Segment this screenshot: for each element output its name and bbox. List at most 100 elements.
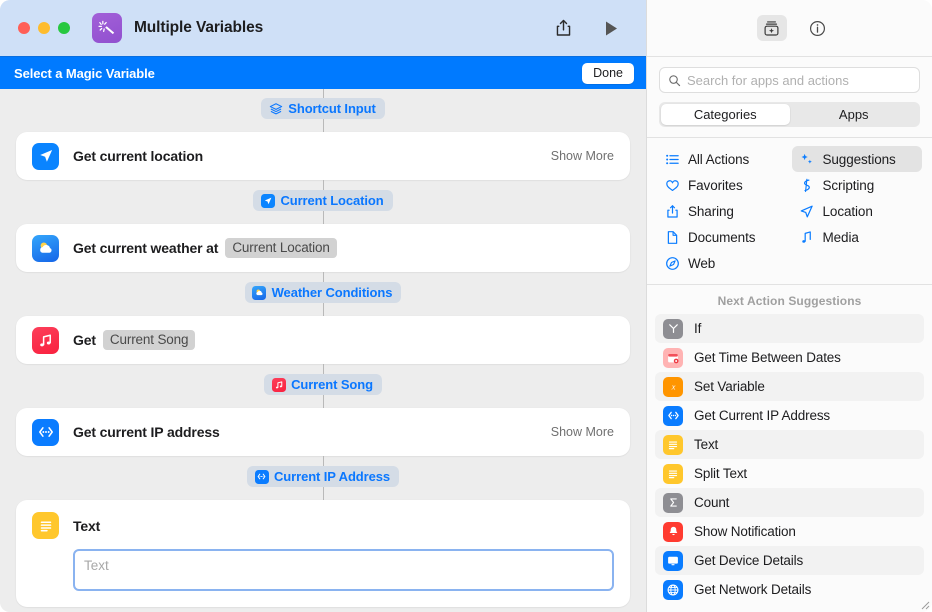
pill-label: Weather Conditions <box>271 285 393 300</box>
category-item-suggestions[interactable]: Suggestions <box>791 146 922 172</box>
action-title: Get Current Song <box>73 330 196 350</box>
suggestion-item-set-variable[interactable]: x Set Variable <box>655 372 924 401</box>
action-card-get-current-ip-address[interactable]: Get current IP address Show More <box>16 408 630 456</box>
suggestion-item-if[interactable]: If <box>655 314 924 343</box>
shortcut-input-pill[interactable]: Shortcut Input <box>261 98 385 119</box>
sigma-icon <box>663 492 683 513</box>
category-grid: All Actions Suggestions Favorites Script… <box>647 138 932 284</box>
category-label: Scripting <box>822 177 875 193</box>
output-pill-row: Weather Conditions <box>16 282 630 303</box>
sparkles-icon <box>799 151 815 167</box>
text-input-field[interactable]: Text <box>73 549 614 591</box>
minimize-button[interactable] <box>38 22 50 34</box>
output-pill-row: Current IP Address <box>16 466 630 487</box>
action-card-get-current-location[interactable]: Get current location Show More <box>16 132 630 180</box>
info-circle-icon[interactable] <box>803 15 833 41</box>
action-card-get-current-weather[interactable]: Get current weather at Current Location <box>16 224 630 272</box>
resize-grip[interactable] <box>918 598 930 610</box>
zoom-button[interactable] <box>58 22 70 34</box>
svg-text:x: x <box>670 381 675 391</box>
output-pill-row: Current Song <box>16 374 630 395</box>
action-title-text: Get current weather at <box>73 240 219 256</box>
music-note-icon <box>799 229 815 245</box>
share-icon[interactable] <box>552 16 574 40</box>
category-item-scripting[interactable]: Scripting <box>792 172 923 198</box>
action-card-text[interactable]: Text Text <box>16 500 630 607</box>
workflow-canvas: Shortcut Input Get current location Show… <box>0 89 646 612</box>
tab-apps[interactable]: Apps <box>790 104 919 125</box>
suggestion-label: If <box>694 321 702 336</box>
suggestion-item-get-time-between-dates[interactable]: Get Time Between Dates <box>655 343 924 372</box>
suggestion-label: Get Network Details <box>694 582 812 597</box>
category-label: Documents <box>688 229 756 245</box>
show-more-button[interactable]: Show More <box>551 425 614 439</box>
action-title: Get current IP address <box>73 424 220 440</box>
action-token-current-song[interactable]: Current Song <box>102 330 196 350</box>
ip-address-icon <box>663 405 683 426</box>
suggestion-item-get-device-details[interactable]: Get Device Details <box>655 546 924 575</box>
suggestions-heading: Next Action Suggestions <box>717 294 862 308</box>
magic-variable-pill-current-location[interactable]: Current Location <box>253 190 393 211</box>
category-item-location[interactable]: Location <box>792 198 923 224</box>
search-input[interactable]: Search for apps and actions <box>659 67 920 93</box>
magic-variable-pill-current-ip-address[interactable]: Current IP Address <box>247 466 399 487</box>
editor-column: Multiple Variables Select a Magic Variab… <box>0 0 646 612</box>
text-lines-icon <box>663 463 683 484</box>
action-token-current-location[interactable]: Current Location <box>225 238 337 258</box>
connector-line <box>322 119 324 132</box>
category-item-media[interactable]: Media <box>792 224 923 250</box>
category-item-favorites[interactable]: Favorites <box>657 172 788 198</box>
pill-label: Current Song <box>291 377 373 392</box>
heart-icon <box>664 177 680 193</box>
suggestion-item-show-notification[interactable]: Show Notification <box>655 517 924 546</box>
text-action-header: Text <box>32 512 614 539</box>
suggestion-item-split-text[interactable]: Split Text <box>655 459 924 488</box>
action-library-panel: Search for apps and actions Categories A… <box>646 0 932 612</box>
suggestion-label: Text <box>694 437 719 452</box>
magic-wand-icon <box>92 13 122 43</box>
library-header <box>647 0 932 57</box>
window-title: Multiple Variables <box>134 19 264 36</box>
category-item-web[interactable]: Web <box>657 250 788 276</box>
suggestion-item-count[interactable]: Count <box>655 488 924 517</box>
scripting-icon <box>799 177 815 193</box>
weather-icon <box>252 285 267 300</box>
category-item-documents[interactable]: Documents <box>657 224 788 250</box>
connector-line <box>322 180 324 190</box>
magic-variable-pill-current-song[interactable]: Current Song <box>264 374 382 395</box>
category-item-all-actions[interactable]: All Actions <box>657 146 788 172</box>
suggestion-item-get-current-ip-address[interactable]: Get Current IP Address <box>655 401 924 430</box>
done-button[interactable]: Done <box>582 62 634 84</box>
compass-icon <box>664 255 680 271</box>
document-icon <box>664 229 680 245</box>
connector-line <box>322 272 324 282</box>
category-item-sharing[interactable]: Sharing <box>657 198 788 224</box>
search-icon <box>668 74 681 87</box>
close-button[interactable] <box>18 22 30 34</box>
suggestion-item-text[interactable]: Text <box>655 430 924 459</box>
branch-icon <box>663 318 683 339</box>
magic-variable-bar: Select a Magic Variable Done <box>0 56 646 89</box>
action-title: Get current location <box>73 148 203 164</box>
library-segmented-control: Categories Apps <box>659 102 920 127</box>
music-note-icon <box>32 326 59 354</box>
variable-icon: x <box>663 376 683 397</box>
pill-label: Shortcut Input <box>288 101 376 116</box>
pill-label: Current Location <box>280 193 384 208</box>
output-pill-row: Current Location <box>16 190 630 211</box>
magic-variable-pill-weather-conditions[interactable]: Weather Conditions <box>244 282 402 303</box>
category-label: Web <box>688 255 716 271</box>
tab-categories[interactable]: Categories <box>661 104 790 125</box>
suggestion-label: Get Device Details <box>694 553 804 568</box>
library-add-icon[interactable] <box>756 15 787 41</box>
suggestion-item-get-network-details[interactable]: Get Network Details <box>655 575 924 604</box>
show-more-button[interactable]: Show More <box>551 149 614 163</box>
location-arrow-icon <box>799 203 815 219</box>
connector-line <box>322 364 324 374</box>
location-arrow-icon <box>32 142 59 170</box>
connector-line <box>322 395 324 408</box>
pill-label: Current IP Address <box>274 469 390 484</box>
action-card-get-current-song[interactable]: Get Current Song <box>16 316 630 364</box>
connector-line <box>322 89 324 98</box>
play-icon[interactable] <box>600 16 622 40</box>
